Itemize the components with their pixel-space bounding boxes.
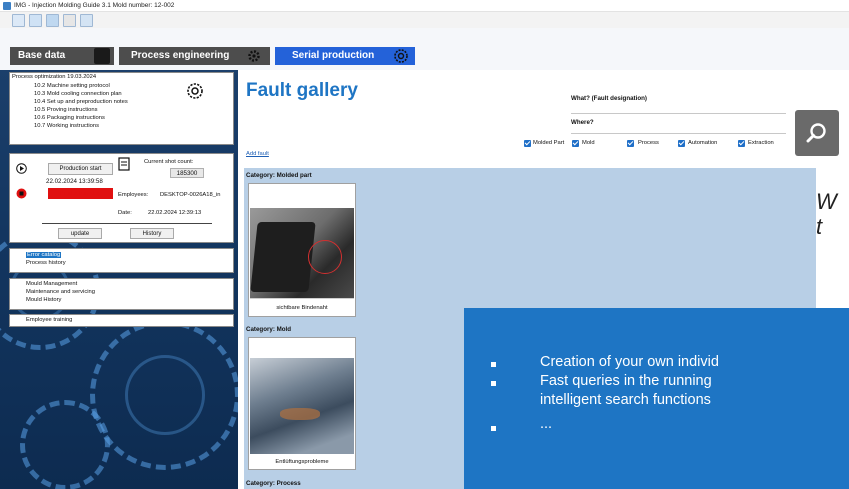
process-label: Process: [638, 140, 659, 146]
production-stop-button[interactable]: Production stop: [48, 188, 113, 199]
fault-designation-input[interactable]: [571, 103, 786, 114]
machine-icon[interactable]: [29, 14, 42, 27]
extraction-checkbox[interactable]: [738, 140, 745, 147]
error-catalog-link[interactable]: Error catalog: [26, 252, 62, 258]
maintenance-link[interactable]: Maintenance and servicing: [26, 289, 95, 295]
document-icon[interactable]: [80, 14, 93, 27]
location-input[interactable]: [571, 127, 786, 134]
divider: [42, 223, 212, 224]
side-text: t: [816, 214, 823, 239]
home-icon[interactable]: [12, 14, 25, 27]
mold-checkbox[interactable]: [572, 140, 579, 147]
window-title: IMG - Injection Molding Guide 3.1 Mold n…: [14, 2, 175, 9]
update-button[interactable]: update: [58, 228, 102, 239]
decorative-gear-small-icon: [20, 400, 110, 489]
employees-value: DESKTOP-0026A18_in: [160, 192, 221, 198]
counter-icon: [118, 157, 130, 171]
tab-base-data[interactable]: Base data: [10, 47, 114, 65]
tab-base-data-label: Base data: [18, 50, 66, 61]
decorative-gear-large-inner-icon: [125, 355, 205, 435]
employee-training-link[interactable]: Employee training: [26, 317, 72, 323]
gear-icon: [246, 48, 262, 64]
window-titlebar: IMG - Injection Molding Guide 3.1 Mold n…: [0, 0, 849, 12]
extraction-label: Extraction: [748, 140, 774, 146]
category-heading: Category: Molded part: [246, 172, 312, 179]
printer-icon: [94, 48, 110, 64]
bullet-text: intelligent search functions: [540, 392, 711, 408]
employees-label: Employees:: [118, 192, 149, 198]
side-text: W: [816, 189, 837, 214]
bullet-text: Fast queries in the running: [540, 373, 712, 389]
app-icon: [3, 2, 11, 10]
tree-item[interactable]: 10.5 Proving instructions: [34, 107, 97, 113]
fault-card-mold[interactable]: Entlüftungsprobleme: [248, 337, 356, 470]
stop-icon[interactable]: [16, 188, 27, 201]
bullet-marker: [491, 426, 496, 431]
shot-count-value: 185300: [170, 168, 204, 178]
tree-item[interactable]: 10.6 Packaging instructions: [34, 115, 105, 121]
date-value: 22.02.2024 12:39:13: [148, 210, 202, 216]
tree-item[interactable]: 10.2 Machine setting protocol: [34, 83, 110, 89]
fault-photo: [250, 208, 354, 298]
bullet-text: Creation of your own individ: [540, 354, 719, 370]
tab-serial-production-label: Serial production: [292, 50, 375, 61]
mould-management-link[interactable]: Mould Management: [26, 281, 77, 287]
tab-process-engineering-label: Process engineering: [131, 50, 230, 61]
fault-photo: [250, 358, 354, 454]
play-icon[interactable]: [16, 163, 27, 176]
production-start-date: 22.02.2024 13:39:58: [46, 178, 103, 185]
bullet-marker: [491, 362, 496, 367]
toolbar: [0, 12, 849, 28]
tab-process-engineering[interactable]: Process engineering: [119, 47, 270, 65]
network-icon[interactable]: [46, 14, 59, 27]
tree-root[interactable]: Process optimization 19.03.2024: [12, 74, 96, 80]
molded-part-checkbox[interactable]: [524, 140, 531, 147]
mould-panel: Mould Management Maintenance and servici…: [9, 278, 234, 310]
add-fault-link[interactable]: Add fault: [246, 151, 269, 157]
catalog-panel: Error catalog Process history: [9, 248, 234, 273]
automation-checkbox[interactable]: [678, 140, 685, 147]
training-panel: Employee training: [9, 314, 234, 327]
fault-caption: sichtbare Bindenaht: [276, 305, 328, 311]
search-icon: [806, 122, 828, 146]
production-panel: Production start 22.02.2024 13:39:58 Pro…: [9, 153, 234, 243]
shot-count-label: Current shot count:: [144, 159, 194, 165]
bullet-text: ...: [540, 416, 553, 432]
tree-item[interactable]: 10.4 Set up and preproduction notes: [34, 99, 128, 105]
where-label: Where?: [571, 119, 594, 126]
search-button[interactable]: [795, 110, 839, 156]
tree-item[interactable]: 10.3 Mold cooling connection plan: [34, 91, 122, 97]
process-tree-panel: Process optimization 19.03.2024 10.2 Mac…: [9, 72, 234, 145]
category-heading: Category: Process: [246, 480, 301, 487]
target-icon: [186, 82, 204, 102]
mold-label: Mold: [582, 140, 595, 146]
tree-item[interactable]: 10.7 Working instructions: [34, 123, 99, 129]
fault-card-molded-part[interactable]: sichtbare Bindenaht: [248, 183, 356, 317]
what-label: What? (Fault designation): [571, 95, 647, 102]
bullet-marker: [491, 381, 496, 386]
automation-label: Automation: [688, 140, 718, 146]
target-gear-icon: [393, 48, 409, 64]
category-heading: Category: Mold: [246, 326, 292, 333]
mould-history-link[interactable]: Mould History: [26, 297, 61, 303]
date-label: Date:: [118, 210, 132, 216]
process-history-link[interactable]: Process history: [26, 260, 66, 266]
image-icon[interactable]: [63, 14, 76, 27]
production-start-button[interactable]: Production start: [48, 163, 113, 175]
page-title: Fault gallery: [246, 80, 358, 101]
process-checkbox[interactable]: [627, 140, 634, 147]
tab-serial-production[interactable]: Serial production: [275, 47, 415, 65]
molded-part-label: Molded Part: [533, 140, 565, 146]
fault-caption: Entlüftungsprobleme: [275, 459, 329, 465]
history-button[interactable]: History: [130, 228, 174, 239]
